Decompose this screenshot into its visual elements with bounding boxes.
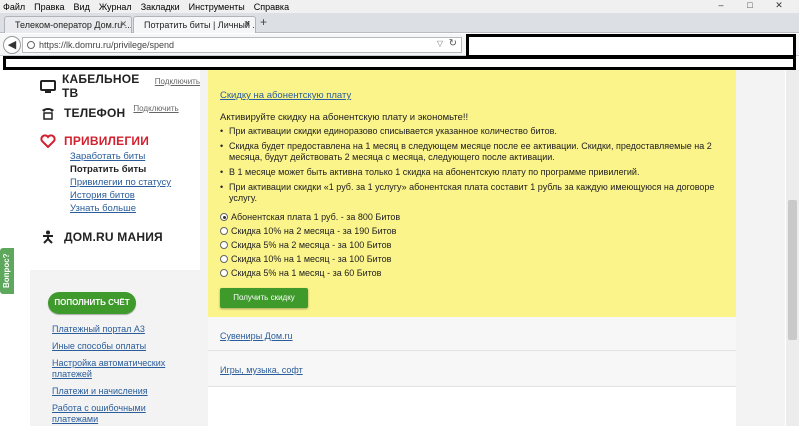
section-souvenirs: Сувениры Дом.ru bbox=[208, 317, 736, 351]
link-payment-portal[interactable]: Платежный портал А3 bbox=[52, 324, 192, 335]
discount-rules-list: При активации скидки единоразово списыва… bbox=[220, 126, 720, 208]
url-text: https://lk.domru.ru/privilege/spend bbox=[39, 40, 175, 50]
sidebar-item-label: Телефон bbox=[64, 106, 126, 120]
menu-bookmarks[interactable]: Закладки bbox=[141, 2, 180, 12]
tv-icon bbox=[40, 79, 56, 93]
sidebar-item-label: Дом.ru мания bbox=[64, 230, 163, 244]
option-5pct-2m[interactable]: Скидка 5% на 2 месяца - за 100 Битов bbox=[220, 238, 400, 252]
radio-button[interactable] bbox=[220, 227, 228, 235]
sidebar-item-cable-tv[interactable]: Кабельное ТВ Подключить bbox=[40, 72, 200, 100]
tab-title: Потратить биты | Личный ... bbox=[144, 20, 256, 30]
question-tab[interactable]: Вопрос? bbox=[0, 248, 14, 294]
maximize-icon[interactable]: □ bbox=[741, 0, 759, 11]
option-label: Скидка 10% на 1 месяц - за 100 Битов bbox=[231, 254, 392, 264]
sidebar-item-privileges[interactable]: Привилегии bbox=[40, 134, 150, 149]
window-controls: – □ ✕ bbox=[712, 0, 797, 12]
vertical-scrollbar[interactable] bbox=[786, 70, 799, 426]
connect-link[interactable]: Подключить bbox=[133, 104, 178, 113]
submenu-status-privileges[interactable]: Привилегии по статусу bbox=[70, 176, 171, 189]
new-tab-button[interactable]: + bbox=[260, 15, 267, 29]
discount-options: Абонентская плата 1 руб. - за 800 Битов … bbox=[220, 210, 400, 280]
submenu-bits-history[interactable]: История битов bbox=[70, 189, 171, 202]
get-discount-button[interactable]: Получить скидку bbox=[220, 288, 308, 308]
menu-edit[interactable]: Правка bbox=[34, 2, 64, 12]
sidebar-item-phone[interactable]: Телефон Подключить bbox=[40, 104, 179, 120]
redacted-area bbox=[466, 34, 796, 58]
option-10pct-2m[interactable]: Скидка 10% на 2 месяца - за 190 Битов bbox=[220, 224, 400, 238]
sidebar-item-label: Кабельное ТВ bbox=[62, 72, 140, 100]
option-label: Скидка 10% на 2 месяца - за 190 Битов bbox=[231, 226, 397, 236]
menu-tools[interactable]: Инструменты bbox=[189, 2, 245, 12]
section-games: Игры, музыка, софт bbox=[208, 351, 736, 387]
redacted-area bbox=[3, 56, 796, 70]
tab-spend-bits[interactable]: Потратить биты | Личный ... ✕ bbox=[133, 16, 256, 33]
tab-domru-home[interactable]: Телеком-оператор Дом.ru ... ✕ bbox=[4, 16, 132, 33]
radio-button[interactable] bbox=[220, 255, 228, 263]
heart-icon bbox=[40, 134, 58, 149]
sidebar: Кабельное ТВ Подключить Телефон Подключи… bbox=[30, 70, 200, 426]
privileges-submenu: Заработать биты Потратить биты Привилеги… bbox=[70, 150, 171, 215]
menu-help[interactable]: Справка bbox=[254, 2, 289, 12]
radio-button[interactable] bbox=[220, 241, 228, 249]
scrollbar-thumb[interactable] bbox=[788, 200, 797, 340]
link-payments-charges[interactable]: Платежи и начисления bbox=[52, 386, 192, 397]
list-item: При активации скидки единоразово списыва… bbox=[220, 126, 720, 137]
sidebar-item-label: Привилегии bbox=[64, 134, 150, 148]
connect-link[interactable]: Подключить bbox=[155, 77, 200, 86]
radio-button[interactable] bbox=[220, 269, 228, 277]
option-5pct-1m[interactable]: Скидка 5% на 1 месяц - за 60 Битов bbox=[220, 266, 400, 280]
menu-history[interactable]: Журнал bbox=[99, 2, 132, 12]
discount-panel: Скидку на абонентскую плату Активируйте … bbox=[208, 70, 736, 317]
close-window-icon[interactable]: ✕ bbox=[770, 0, 788, 11]
payment-links: Платежный портал А3 Иные способы оплаты … bbox=[52, 324, 192, 426]
phone-icon bbox=[40, 106, 58, 120]
minimize-icon[interactable]: – bbox=[712, 0, 730, 11]
url-bar[interactable]: https://lk.domru.ru/privilege/spend ▽ ↻ bbox=[22, 37, 462, 53]
submenu-earn-bits[interactable]: Заработать биты bbox=[70, 150, 171, 163]
link-other-payment-methods[interactable]: Иные способы оплаты bbox=[52, 341, 192, 352]
sidebar-item-domru-mania[interactable]: Дом.ru мания bbox=[40, 230, 163, 244]
main-panel: Скидку на абонентскую плату Активируйте … bbox=[208, 70, 736, 426]
link-auto-payments[interactable]: Настройка автоматических платежей bbox=[52, 358, 192, 380]
list-item: Скидка будет предоставлена на 1 месяц в … bbox=[220, 141, 720, 163]
option-label: Скидка 5% на 1 месяц - за 60 Битов bbox=[231, 268, 382, 278]
submenu-spend-bits[interactable]: Потратить биты bbox=[70, 163, 171, 176]
menu-bar: Файл Правка Вид Журнал Закладки Инструме… bbox=[0, 0, 799, 13]
option-10pct-1m[interactable]: Скидка 10% на 1 месяц - за 100 Битов bbox=[220, 252, 400, 266]
menu-file[interactable]: Файл bbox=[3, 2, 25, 12]
dropdown-arrow-icon[interactable]: ▽ bbox=[437, 39, 443, 48]
reload-icon[interactable]: ↻ bbox=[449, 38, 457, 49]
tab-bar: Телеком-оператор Дом.ru ... ✕ Потратить … bbox=[0, 13, 799, 33]
top-up-button[interactable]: ПОПОЛНИТЬ СЧЁТ bbox=[48, 292, 136, 314]
tab-close-icon[interactable]: ✕ bbox=[119, 19, 127, 30]
games-link[interactable]: Игры, музыка, софт bbox=[220, 365, 303, 375]
list-item: В 1 месяце может быть активна только 1 с… bbox=[220, 167, 720, 178]
menu-view[interactable]: Вид bbox=[74, 2, 90, 12]
submenu-learn-more[interactable]: Узнать больше bbox=[70, 202, 171, 215]
discount-intro: Активируйте скидку на абонентскую плату … bbox=[220, 112, 469, 123]
option-label: Скидка 5% на 2 месяца - за 100 Битов bbox=[231, 240, 392, 250]
lock-icon bbox=[27, 41, 35, 49]
page-content: Кабельное ТВ Подключить Телефон Подключи… bbox=[0, 70, 799, 426]
back-button[interactable]: ◀ bbox=[3, 36, 21, 54]
figure-icon bbox=[40, 230, 58, 244]
tab-close-icon[interactable]: ✕ bbox=[243, 19, 251, 30]
link-erroneous-payments[interactable]: Работа с ошибочными платежами bbox=[52, 403, 192, 425]
option-label: Абонентская плата 1 руб. - за 800 Битов bbox=[231, 212, 401, 222]
discount-heading-link[interactable]: Скидку на абонентскую плату bbox=[220, 90, 351, 101]
tab-title: Телеком-оператор Дом.ru ... bbox=[15, 20, 132, 30]
souvenirs-link[interactable]: Сувениры Дом.ru bbox=[220, 331, 293, 341]
list-item: При активации скидки «1 руб. за 1 услугу… bbox=[220, 182, 720, 204]
radio-button[interactable] bbox=[220, 213, 228, 221]
option-1rub-800[interactable]: Абонентская плата 1 руб. - за 800 Битов bbox=[220, 210, 400, 224]
